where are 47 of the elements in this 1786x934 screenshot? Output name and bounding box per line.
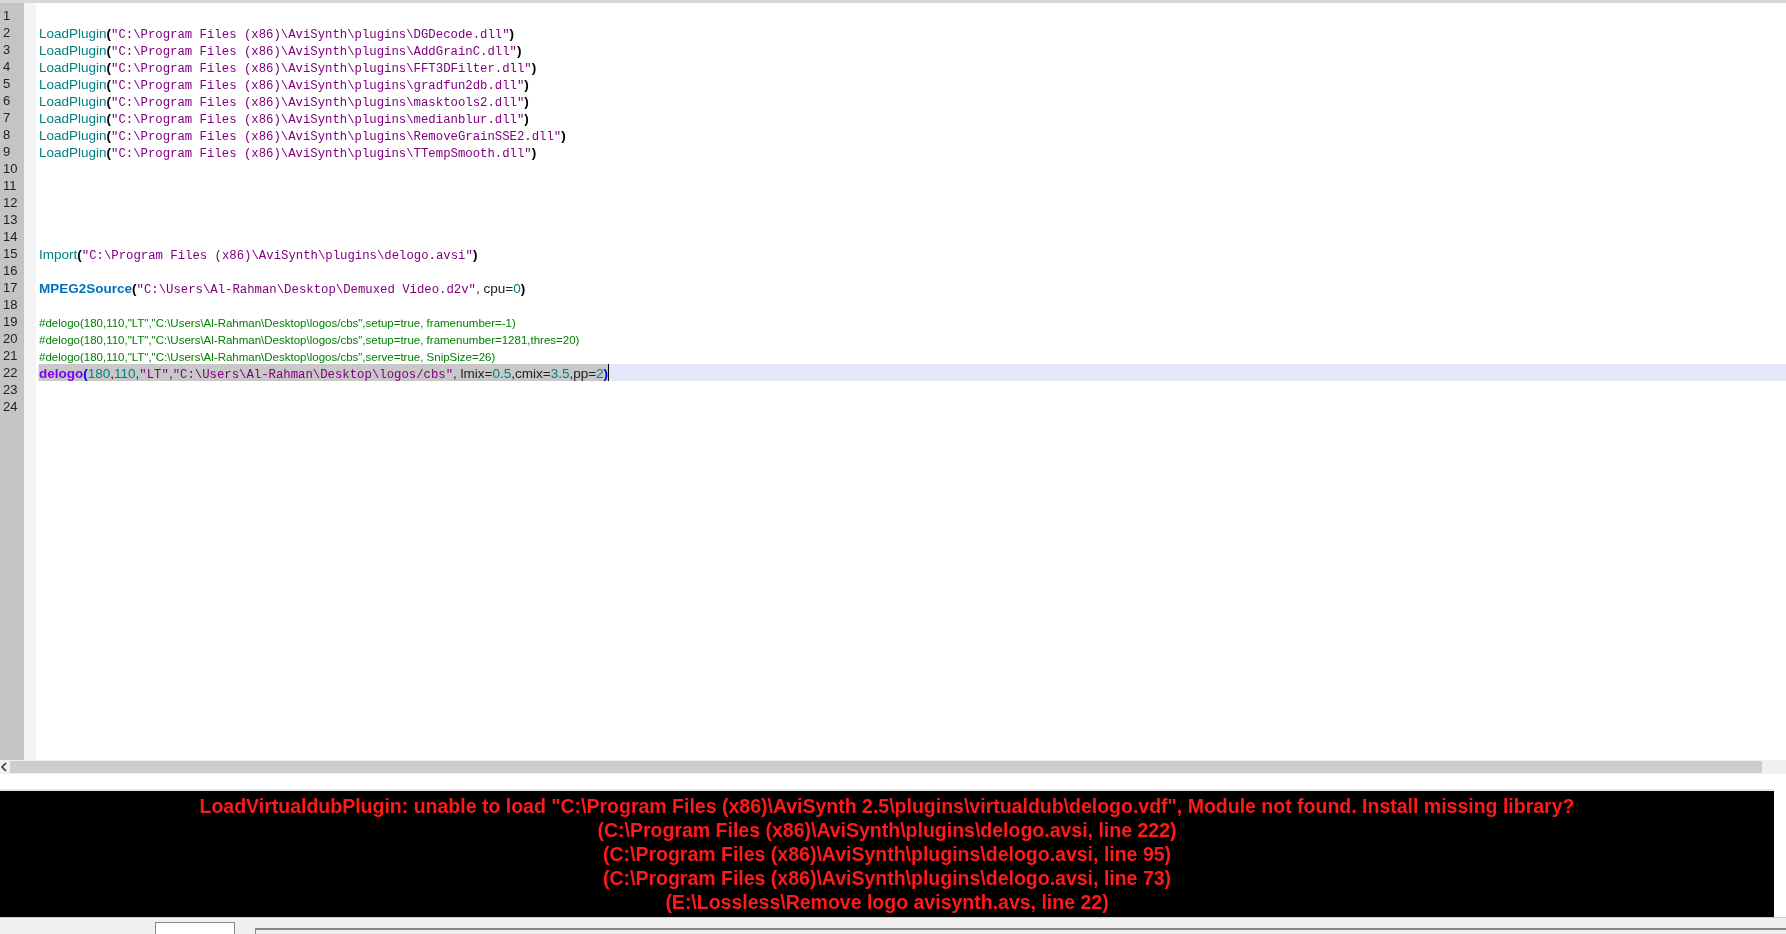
code-line: LoadPlugin("C:\Program Files (x86)\AviSynth\plugins\medianblur.dll")	[39, 110, 529, 126]
code-line: Import("C:\Program Files (x86)\AviSynth\plugins\delogo.avsi")	[39, 246, 478, 262]
line-number: 4	[2, 58, 12, 75]
error-message: (C:\Program Files (x86)\AviSynth\plugins\delogo.avsi, line 222)	[596, 818, 1178, 842]
code-line: LoadPlugin("C:\Program Files (x86)\AviSynth\plugins\TTempSmooth.dll")	[39, 144, 537, 160]
code-line: #delogo(180,110,"LT","C:\Users\Al-Rahman\Desktop\logos/cbs",setup=true, framenumber=-1)	[39, 316, 516, 330]
slider-track[interactable]	[255, 928, 1786, 934]
code-line: LoadPlugin("C:\Program Files (x86)\AviSynth\plugins\masktools2.dll")	[39, 93, 529, 109]
line-number: 20	[2, 330, 19, 347]
code-line: #delogo(180,110,"LT","C:\Users\Al-Rahman\Desktop\logos/cbs",setup=true, framenumber=1281,thres=20)	[39, 333, 580, 347]
code-line: LoadPlugin("C:\Program Files (x86)\AviSynth\plugins\DGDecode.dll")	[39, 25, 515, 41]
line-number: 1	[2, 7, 12, 24]
scroll-left-icon[interactable]	[0, 762, 8, 772]
line-number: 24	[2, 398, 19, 415]
code-line: LoadPlugin("C:\Program Files (x86)\AviSynth\plugins\RemoveGrainSSE2.dll")	[39, 127, 566, 143]
line-number: 12	[2, 194, 19, 211]
line-number: 2	[2, 24, 12, 41]
line-number: 15	[2, 245, 19, 262]
error-message: LoadVirtualdubPlugin: unable to load "C:\Program Files (x86)\AviSynth 2.5\plugins\virtualdub\delogo.vdf", Module not found. Install missing library?	[198, 794, 1576, 818]
scroll-thumb[interactable]	[10, 761, 1762, 773]
line-number: 19	[2, 313, 19, 330]
code-line: LoadPlugin("C:\Program Files (x86)\AviSynth\plugins\AddGrainC.dll")	[39, 42, 522, 58]
input-field[interactable]	[155, 922, 235, 934]
line-number: 9	[2, 143, 12, 160]
line-number: 14	[2, 228, 19, 245]
line-number: 17	[2, 279, 19, 296]
error-message: (E:\Lossless\Remove logo avisynth.avs, line 22)	[664, 890, 1110, 914]
horizontal-scrollbar[interactable]	[0, 760, 1786, 774]
line-number: 8	[2, 126, 12, 143]
code-line: MPEG2Source("C:\Users\Al-Rahman\Desktop\Demuxed Video.d2v", cpu=0)	[39, 280, 526, 296]
line-number: 21	[2, 347, 19, 364]
line-number: 6	[2, 92, 12, 109]
line-number: 5	[2, 75, 12, 92]
error-message: (C:\Program Files (x86)\AviSynth\plugins\delogo.avsi, line 73)	[601, 866, 1173, 890]
error-message: (C:\Program Files (x86)\AviSynth\plugins\delogo.avsi, line 95)	[601, 842, 1173, 866]
code-line: LoadPlugin("C:\Program Files (x86)\AviSynth\plugins\gradfun2db.dll")	[39, 76, 529, 92]
line-number: 16	[2, 262, 19, 279]
line-number: 23	[2, 381, 19, 398]
line-number: 22	[2, 364, 19, 381]
code-line: #delogo(180,110,"LT","C:\Users\Al-Rahman\Desktop\logos/cbs",serve=true, SnipSize=26)	[39, 350, 496, 364]
line-number: 11	[2, 177, 18, 194]
line-number: 3	[2, 41, 12, 58]
code-line: LoadPlugin("C:\Program Files (x86)\AviSynth\plugins\FFT3DFilter.dll")	[39, 59, 537, 75]
line-number: 18	[2, 296, 19, 313]
line-number: 13	[2, 211, 19, 228]
line-number: 7	[2, 109, 12, 126]
line-number: 10	[2, 160, 19, 177]
